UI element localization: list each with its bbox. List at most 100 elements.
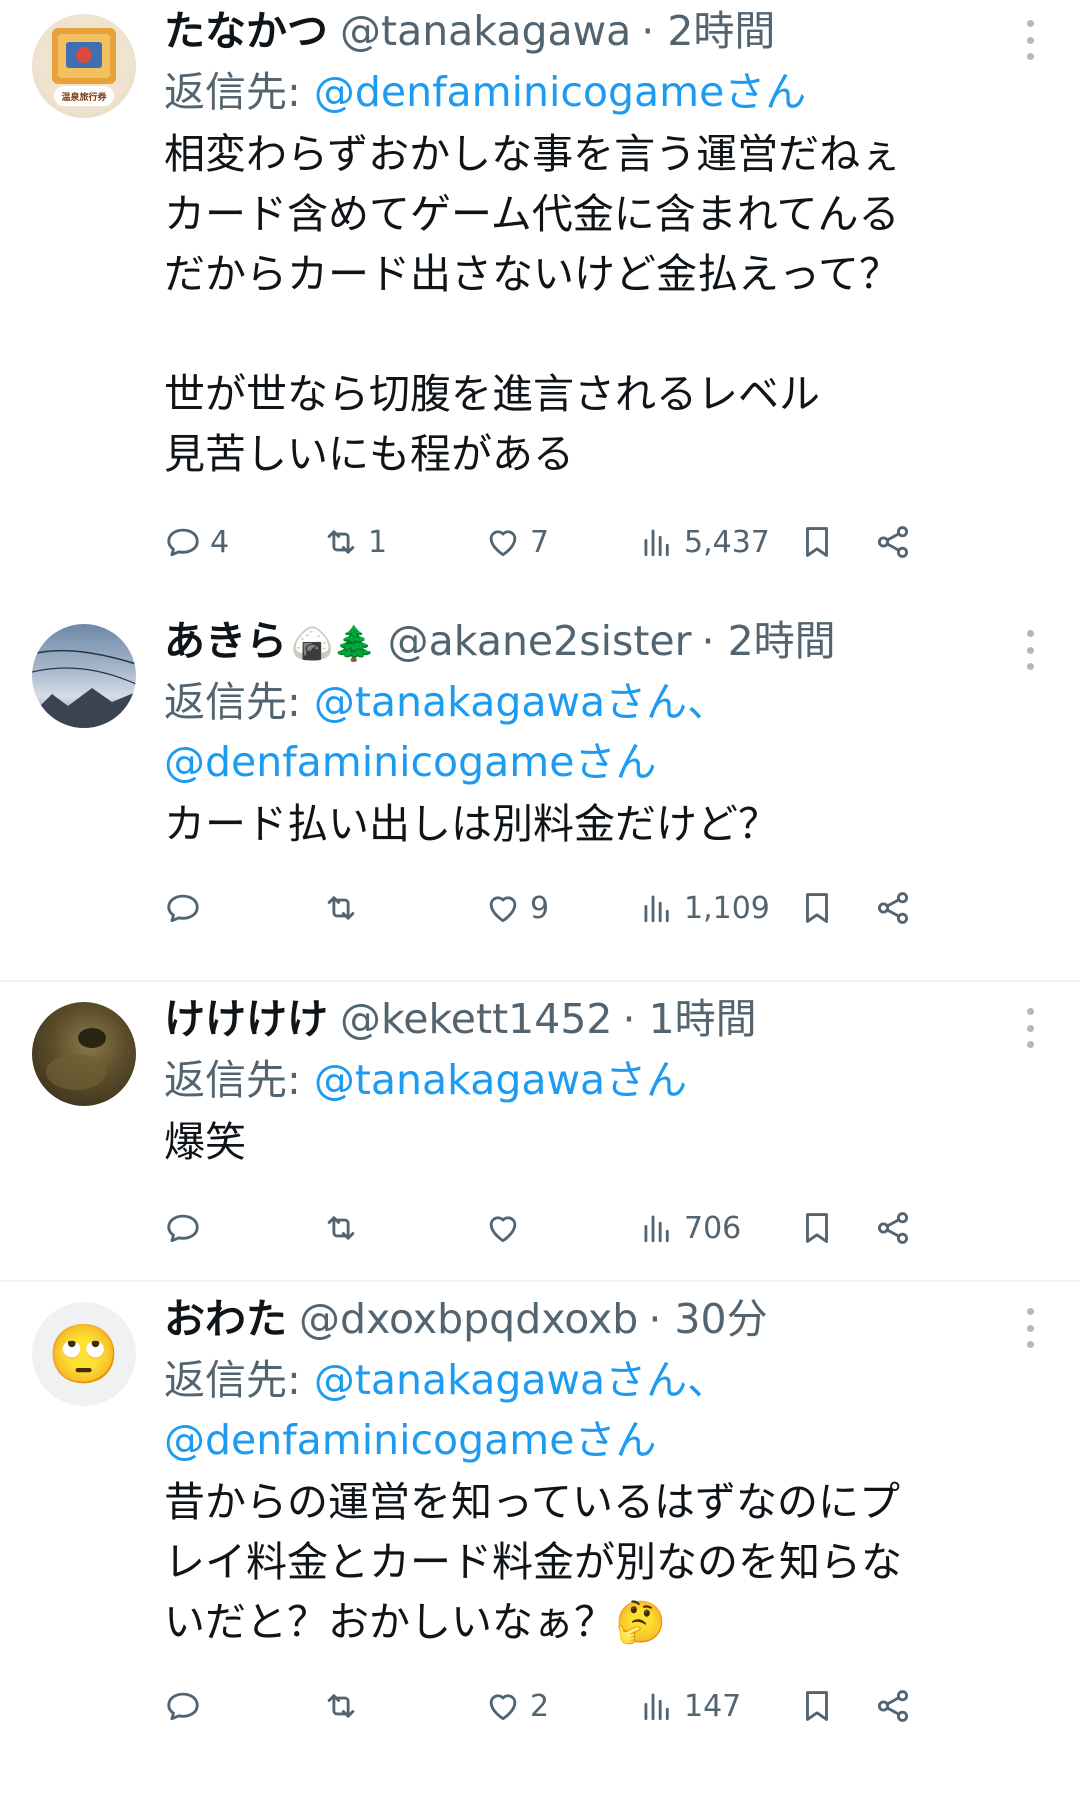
view-count: 147: [684, 1688, 742, 1724]
timestamp[interactable]: · 30分: [648, 1288, 767, 1350]
avatar[interactable]: 温泉旅行券: [32, 14, 136, 118]
reply-to-label: 返信先:: [164, 1056, 314, 1104]
reply-to-line-2: @denfaminicogameさん: [164, 732, 1040, 792]
avatar[interactable]: [32, 624, 136, 728]
mention-link[interactable]: @denfaminicogameさん: [164, 1416, 656, 1464]
avatar[interactable]: [32, 1002, 136, 1106]
share-button[interactable]: [874, 1666, 912, 1746]
tweet-text: 相変わらずおかしな事を言う運営だねぇ カード含めてゲーム代金に含まれてんる だか…: [164, 130, 902, 478]
retweet-button[interactable]: 1: [322, 502, 387, 582]
reply-button[interactable]: [164, 1666, 210, 1746]
reply-item[interactable]: 温泉旅行券 たなかつ @tanakagawa · 2時間 返信先: @denfa…: [0, 0, 1080, 580]
heart-icon: [489, 1216, 517, 1243]
retweet-icon: [327, 896, 355, 920]
reply-to-label: 返信先:: [164, 1356, 314, 1404]
tweet-text: 爆笑: [164, 1118, 246, 1166]
heart-icon: [489, 896, 517, 923]
share-button[interactable]: [874, 1188, 912, 1268]
retweet-button[interactable]: [322, 1188, 368, 1268]
more-icon[interactable]: [1020, 20, 1040, 60]
bookmark-icon: [806, 1213, 828, 1243]
like-count: 2: [530, 1688, 550, 1724]
timestamp[interactable]: · 2時間: [641, 0, 775, 62]
user-handle[interactable]: @kekett1452: [340, 988, 613, 1050]
comment-icon: [167, 528, 199, 557]
reply-button[interactable]: 4: [164, 502, 229, 582]
tweet-text: 昔からの運営を知っているはずなのにプ レイ料金とカード料金が別なのを知らな いだ…: [164, 1478, 902, 1646]
display-name[interactable]: あきら: [164, 610, 287, 672]
like-button[interactable]: 2: [484, 1666, 549, 1746]
retweet-count: 1: [368, 524, 388, 560]
reply-to-line: 返信先: @tanakagawaさん、: [164, 1350, 1040, 1410]
more-icon[interactable]: [1020, 630, 1040, 670]
view-count: 706: [684, 1210, 742, 1246]
mention-link[interactable]: @tanakagawaさん、: [314, 1356, 728, 1404]
bookmark-button[interactable]: [798, 1188, 836, 1268]
more-icon[interactable]: [1020, 1008, 1040, 1048]
bookmark-button[interactable]: [798, 1666, 836, 1746]
timestamp[interactable]: · 1時間: [623, 988, 757, 1050]
reply-item[interactable]: あきら 🍙🌲 @akane2sister · 2時間 返信先: @tanakag…: [0, 580, 1080, 980]
views-icon: [644, 1215, 669, 1243]
reply-to-label: 返信先:: [164, 678, 314, 726]
mention-link[interactable]: @denfaminicogameさん: [164, 738, 656, 786]
share-button[interactable]: [874, 502, 912, 582]
reply-item[interactable]: 🙄 おわた @dxoxbpqdxoxb · 30分 返信先: @tanakaga…: [0, 1280, 1080, 1795]
like-button[interactable]: [484, 1188, 530, 1268]
view-count: 5,437: [684, 524, 770, 560]
mention-link[interactable]: @tanakagawaさん: [314, 1056, 687, 1104]
retweet-button[interactable]: [322, 868, 368, 948]
reply-to-line: 返信先: @denfaminicogameさん: [164, 62, 1040, 122]
reply-to-line: 返信先: @tanakagawaさん: [164, 1050, 1040, 1110]
views-button[interactable]: 706: [638, 1188, 741, 1268]
bookmark-icon: [806, 527, 828, 557]
retweet-button[interactable]: [322, 1666, 368, 1746]
heart-icon: [489, 530, 517, 557]
share-button[interactable]: [874, 868, 912, 948]
like-count: 9: [530, 890, 550, 926]
view-count: 1,109: [684, 890, 770, 926]
avatar-caption: 温泉旅行券: [61, 93, 107, 103]
like-button[interactable]: 7: [484, 502, 549, 582]
bookmark-icon: [806, 1691, 828, 1721]
display-name[interactable]: けけけけ: [164, 988, 328, 1050]
share-icon: [877, 1690, 909, 1722]
retweet-icon: [327, 1694, 355, 1718]
action-bar: 4 1 7 5,437: [164, 502, 1040, 582]
avatar-image: [46, 1028, 106, 1090]
share-icon: [877, 1212, 909, 1244]
avatar[interactable]: 🙄: [32, 1302, 136, 1406]
user-handle[interactable]: @akane2sister: [388, 610, 692, 672]
comment-icon: [167, 894, 199, 923]
views-button[interactable]: 1,109: [638, 868, 770, 948]
mention-link[interactable]: @tanakagawaさん、: [314, 678, 728, 726]
share-icon: [877, 892, 909, 924]
reply-item[interactable]: けけけけ @kekett1452 · 1時間 返信先: @tanakagawaさ…: [0, 980, 1080, 1280]
display-name[interactable]: おわた: [164, 1288, 287, 1350]
tweet-text: カード払い出しは別料金だけど？: [164, 800, 779, 848]
timestamp[interactable]: · 2時間: [702, 610, 836, 672]
reply-button[interactable]: [164, 868, 210, 948]
views-button[interactable]: 5,437: [638, 502, 770, 582]
more-icon[interactable]: [1020, 1308, 1040, 1348]
action-bar: 9 1,109: [164, 868, 1040, 948]
mention-link[interactable]: @denfaminicogameさん: [314, 68, 806, 116]
views-icon: [644, 529, 669, 557]
reply-button[interactable]: [164, 1188, 210, 1268]
retweet-icon: [327, 1216, 355, 1240]
reply-feed: 温泉旅行券 たなかつ @tanakagawa · 2時間 返信先: @denfa…: [0, 0, 1080, 1797]
bookmark-button[interactable]: [798, 868, 836, 948]
like-button[interactable]: 9: [484, 868, 549, 948]
user-handle[interactable]: @dxoxbpqdxoxb: [299, 1288, 638, 1350]
views-button[interactable]: 147: [638, 1666, 741, 1746]
bookmark-button[interactable]: [798, 502, 836, 582]
user-handle[interactable]: @tanakagawa: [340, 0, 631, 62]
reply-to-label: 返信先:: [164, 68, 314, 116]
reply-to-line-2: @denfaminicogameさん: [164, 1410, 1040, 1470]
views-icon: [644, 895, 669, 923]
reply-count: 4: [210, 524, 230, 560]
name-emoji: 🍙🌲: [291, 624, 376, 664]
display-name[interactable]: たなかつ: [164, 0, 328, 62]
action-bar: 2 147: [164, 1666, 1040, 1746]
share-icon: [877, 526, 909, 558]
